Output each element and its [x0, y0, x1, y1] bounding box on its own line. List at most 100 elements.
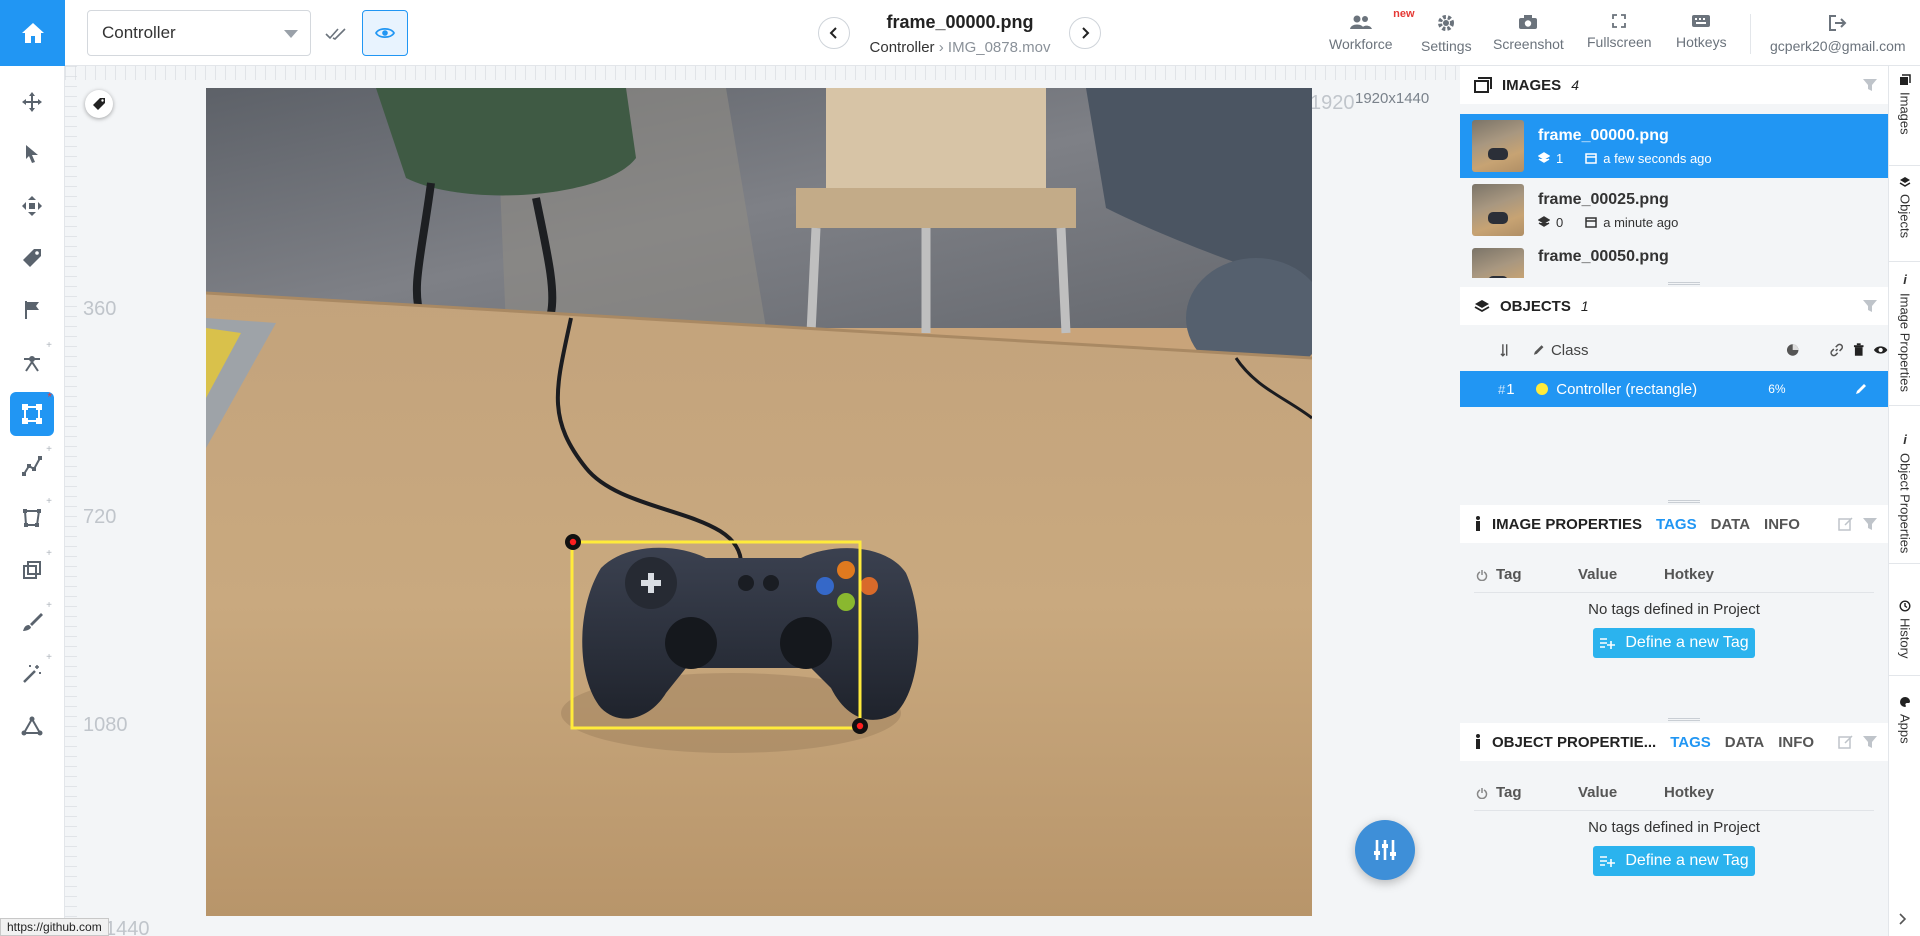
fullscreen-button[interactable]: Fullscreen — [1587, 14, 1652, 50]
chevron-left-icon — [829, 27, 837, 39]
trash-icon[interactable] — [1853, 343, 1864, 357]
controller-bounding-box[interactable] — [570, 540, 862, 730]
breadcrumb-class[interactable]: Controller — [870, 39, 935, 56]
breadcrumb-separator: › — [938, 39, 944, 56]
pencil-icon[interactable] — [1854, 382, 1868, 396]
edit-icon[interactable] — [1838, 734, 1854, 750]
cuboid-tool-button[interactable]: + — [10, 548, 54, 592]
hotkey-column: Hotkey — [1664, 566, 1715, 583]
filter-icon[interactable] — [1862, 77, 1878, 93]
images-panel-title: IMAGES — [1502, 76, 1562, 94]
define-tag-button[interactable]: Define a new Tag — [1593, 846, 1755, 876]
smart-tool-button[interactable]: + — [10, 652, 54, 696]
image-properties-title: IMAGE PROPERTIES — [1492, 515, 1643, 533]
drag-tool-button[interactable] — [10, 184, 54, 228]
brush-icon — [23, 613, 43, 631]
tab-tags[interactable]: TAGS — [1670, 734, 1711, 751]
vtab-label: Image Properties — [1897, 293, 1913, 392]
tag-tool-button[interactable] — [10, 236, 54, 280]
list-add-icon — [1600, 638, 1616, 649]
brush-tool-button[interactable]: + — [10, 600, 54, 644]
select-tool-button[interactable] — [10, 132, 54, 176]
list-add-icon — [1600, 856, 1616, 867]
link-icon[interactable] — [1830, 343, 1843, 357]
layers-icon — [1899, 177, 1911, 187]
collapse-panel-button[interactable] — [1897, 912, 1907, 930]
class-select[interactable]: Controller — [87, 10, 311, 56]
object-row[interactable]: # 1 Controller (rectangle) 6% — [1460, 371, 1888, 407]
polygon-tool-button[interactable]: + — [10, 496, 54, 540]
annotation-canvas[interactable]: 360 720 1080 1440 1920 1920x1440 — [65, 66, 1459, 936]
mark-done-button[interactable] — [318, 20, 354, 48]
image-list-item[interactable]: frame_00025.png 0 a minute ago — [1460, 178, 1888, 242]
image-list-item[interactable]: frame_00050.png — [1460, 242, 1888, 278]
vtab-object-properties[interactable]: i Object Properties — [1889, 432, 1920, 564]
plus-icon: + — [46, 600, 52, 611]
filter-icon[interactable] — [1862, 516, 1878, 532]
vtab-objects[interactable]: Objects — [1889, 176, 1920, 262]
pie-icon[interactable] — [1786, 343, 1799, 357]
cuboid-icon — [23, 561, 41, 579]
panel-resize-handle[interactable] — [1668, 282, 1700, 285]
vtab-apps[interactable]: Apps — [1889, 696, 1920, 766]
hotkeys-button[interactable]: Hotkeys — [1676, 14, 1727, 50]
screenshot-label: Screenshot — [1493, 36, 1564, 52]
panel-resize-handle[interactable] — [1668, 718, 1700, 721]
vtab-history[interactable]: History — [1889, 600, 1920, 676]
images-icon — [1474, 77, 1492, 93]
calendar-icon — [1585, 217, 1597, 228]
class-column-label[interactable]: Class — [1551, 342, 1589, 359]
resize-handle-bottom-right[interactable] — [852, 718, 868, 734]
tab-info[interactable]: INFO — [1778, 734, 1814, 751]
eye-icon[interactable] — [1873, 344, 1888, 356]
prev-image-button[interactable] — [818, 17, 850, 49]
no-tags-message: No tags defined in Project — [1588, 601, 1760, 618]
polyline-tool-button[interactable]: + — [10, 444, 54, 488]
image-settings-fab[interactable] — [1355, 820, 1415, 880]
image-list-item[interactable]: frame_00000.png 1 a few seconds ago — [1460, 114, 1888, 178]
tags-table-header: Tag Value Hotkey — [1474, 775, 1874, 811]
filter-icon[interactable] — [1862, 734, 1878, 750]
sliders-icon — [1374, 840, 1396, 860]
palette-icon — [1900, 697, 1911, 707]
filter-icon[interactable] — [1862, 298, 1878, 314]
pan-tool-button[interactable] — [10, 80, 54, 124]
panel-resize-handle[interactable] — [1668, 500, 1700, 503]
home-button[interactable] — [0, 0, 65, 66]
point-tool-button[interactable]: + — [10, 340, 54, 384]
sort-icon[interactable] — [1500, 343, 1510, 357]
move-icon — [22, 92, 42, 112]
workforce-button[interactable]: Workforce new — [1329, 8, 1415, 52]
workforce-label: Workforce — [1329, 36, 1393, 52]
tab-data[interactable]: DATA — [1711, 516, 1750, 533]
logout-button[interactable]: gcperk20@gmail.com — [1770, 14, 1906, 54]
gear-icon — [1438, 15, 1455, 31]
left-toolbar: + * + + + + + — [0, 66, 65, 936]
define-tag-button[interactable]: Define a new Tag — [1593, 628, 1755, 658]
flag-icon — [25, 301, 39, 319]
flag-tool-button[interactable] — [10, 288, 54, 332]
annotation-overlay — [565, 534, 868, 734]
image-time: a few seconds ago — [1603, 150, 1712, 166]
power-icon — [1476, 569, 1488, 581]
screenshot-button[interactable]: Screenshot — [1493, 14, 1564, 52]
rectangle-tool-button[interactable]: * — [10, 390, 54, 436]
settings-button[interactable]: Settings — [1421, 14, 1472, 54]
vtab-image-properties[interactable]: i Image Properties — [1889, 272, 1920, 406]
tab-tags[interactable]: TAGS — [1656, 516, 1697, 533]
user-email: gcperk20@gmail.com — [1770, 38, 1906, 54]
resize-handle-top-left[interactable] — [565, 534, 581, 550]
vtab-images[interactable]: Images — [1889, 74, 1920, 166]
vtab-label: Objects — [1897, 194, 1913, 239]
tab-data[interactable]: DATA — [1725, 734, 1764, 751]
object-color-dot — [1536, 383, 1549, 395]
tab-info[interactable]: INFO — [1764, 516, 1800, 533]
visibility-toggle-button[interactable] — [362, 10, 408, 56]
graph-tool-button[interactable] — [10, 704, 54, 748]
layers-icon — [1538, 152, 1550, 163]
object-tags-table: Tag Value Hotkey No tags defined in Proj… — [1474, 775, 1874, 876]
breadcrumb-video[interactable]: IMG_0878.mov — [948, 39, 1051, 56]
edit-icon[interactable] — [1838, 516, 1854, 532]
next-image-button[interactable] — [1069, 17, 1101, 49]
fullscreen-label: Fullscreen — [1587, 34, 1652, 50]
